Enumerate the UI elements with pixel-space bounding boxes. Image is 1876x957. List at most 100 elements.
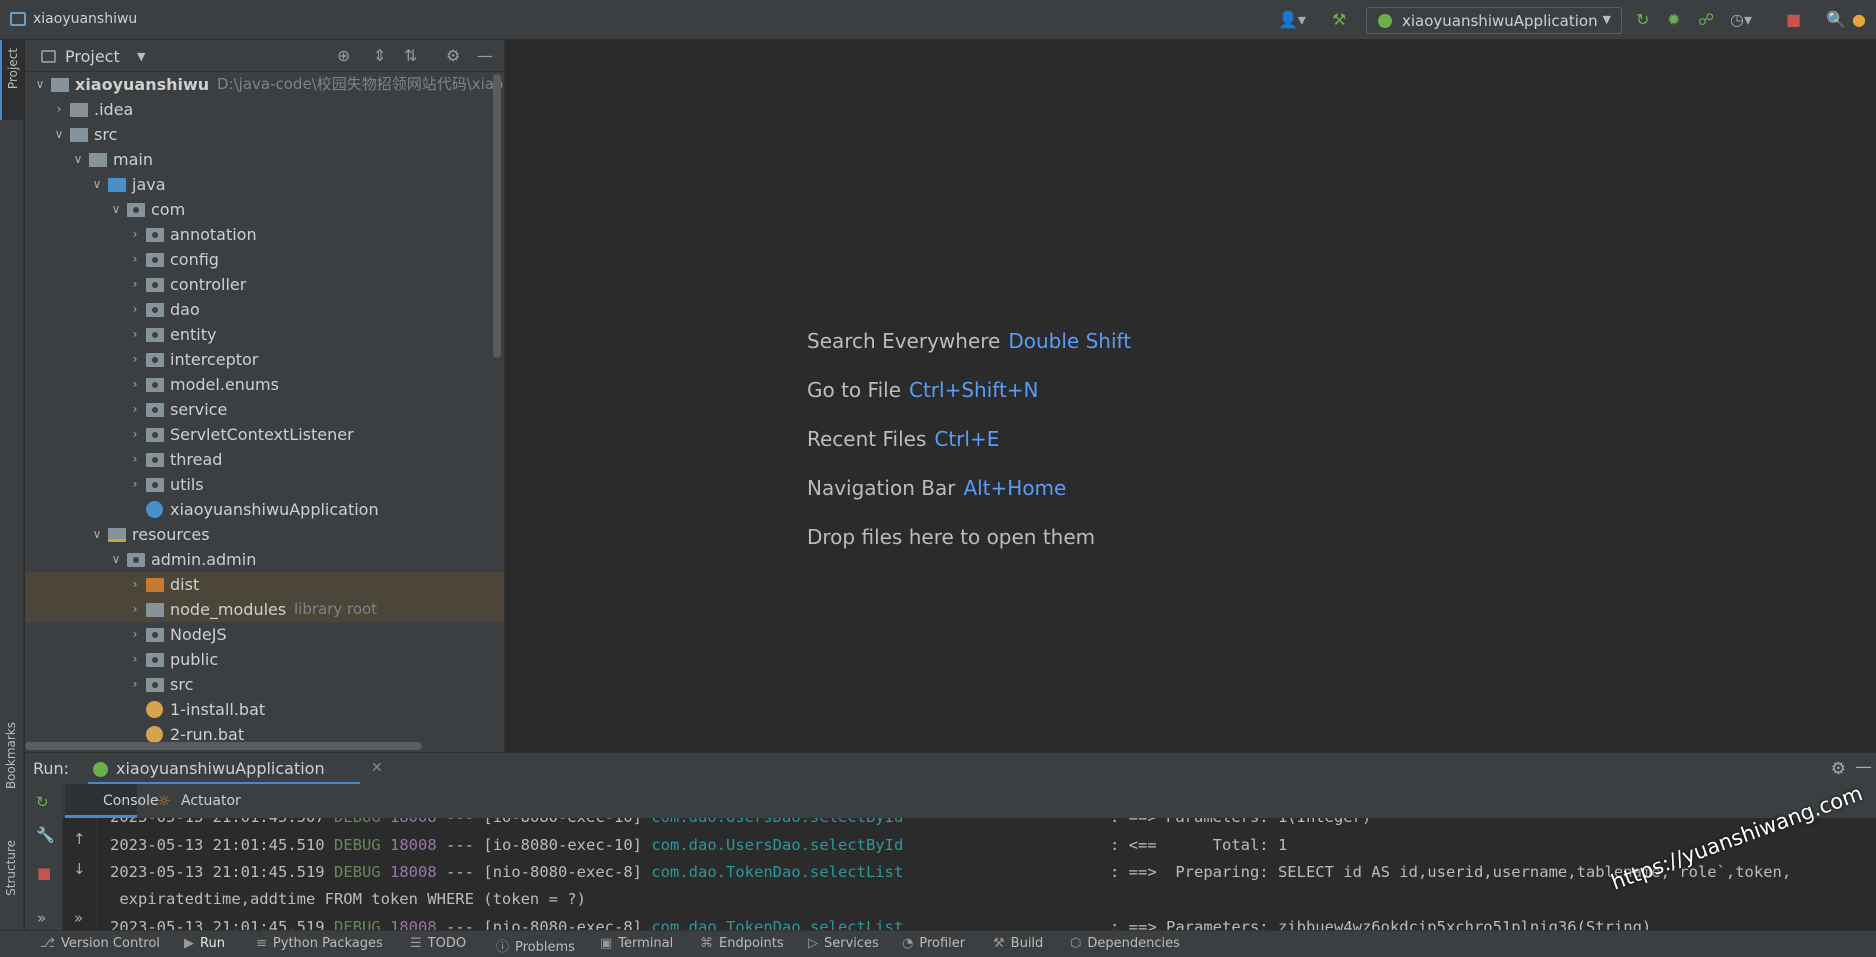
hint-search-everywhere: Search Everywhere Double Shift: [807, 329, 1131, 353]
profile-icon[interactable]: ◷▾: [1730, 10, 1752, 30]
project-title[interactable]: xiaoyuanshiwu: [33, 11, 137, 27]
chevron-right-icon[interactable]: ›: [128, 422, 142, 447]
wrench-icon[interactable]: 🔧: [36, 826, 55, 844]
tree-item[interactable]: ∨ main: [25, 147, 504, 172]
tool-window-button[interactable]: ▣ Terminal: [600, 936, 673, 951]
chevron-right-icon[interactable]: ›: [128, 622, 142, 647]
chevron-down-icon[interactable]: ∨: [109, 197, 123, 222]
tree-item[interactable]: › service: [25, 397, 504, 422]
tab-actuator[interactable]: ☼ Actuator: [157, 784, 267, 818]
user-account-icon[interactable]: 👤▾: [1278, 10, 1306, 30]
debug-icon[interactable]: ✹: [1667, 10, 1680, 30]
tool-window-button[interactable]: ≡ Python Packages: [256, 936, 383, 951]
tree-item[interactable]: › NodeJS: [25, 622, 504, 647]
tool-window-button[interactable]: ⌘ Endpoints: [700, 936, 784, 951]
update-icon[interactable]: ●: [1852, 10, 1866, 30]
chevron-down-icon[interactable]: ∨: [33, 72, 47, 97]
chevron-right-icon[interactable]: ›: [128, 247, 142, 272]
tool-window-button[interactable]: ⬡ Dependencies: [1070, 936, 1180, 951]
chevron-right-icon[interactable]: ›: [128, 372, 142, 397]
chevron-down-icon[interactable]: ∨: [90, 172, 104, 197]
chevron-right-icon[interactable]: ›: [128, 447, 142, 472]
tree-vertical-scrollbar[interactable]: [493, 74, 501, 358]
tree-item[interactable]: ∨ xiaoyuanshiwu D:\java-code\校园失物招领网站代码\xi…: [25, 72, 504, 97]
tree-item[interactable]: › interceptor: [25, 347, 504, 372]
tree-item[interactable]: › public: [25, 647, 504, 672]
more-icon[interactable]: »: [37, 909, 46, 927]
more-icon[interactable]: »: [74, 909, 83, 927]
tree-item[interactable]: xiaoyuanshiwuApplication: [25, 497, 504, 522]
chevron-right-icon[interactable]: ›: [128, 272, 142, 297]
gear-icon[interactable]: ⚙: [1831, 759, 1846, 779]
tree-item[interactable]: › dist: [25, 572, 504, 597]
close-icon[interactable]: ✕: [371, 760, 383, 776]
arrow-up-icon[interactable]: ↑: [73, 830, 86, 848]
coverage-icon[interactable]: ☍: [1698, 10, 1714, 30]
tab-console[interactable]: Console: [65, 784, 159, 818]
minimize-icon[interactable]: —: [477, 46, 493, 65]
rerun-icon[interactable]: ↻: [36, 793, 49, 811]
bookmarks-tool-tab[interactable]: Bookmarks: [4, 722, 18, 789]
tree-item[interactable]: › ServletContextListener: [25, 422, 504, 447]
tree-item[interactable]: › node_modules library root: [25, 597, 504, 622]
structure-tool-tab[interactable]: Structure: [4, 840, 18, 896]
tree-item[interactable]: › model.enums: [25, 372, 504, 397]
chevron-right-icon[interactable]: ›: [128, 647, 142, 672]
run-tab[interactable]: xiaoyuanshiwuApplication ✕: [88, 753, 383, 785]
chevron-down-icon[interactable]: ▼: [137, 50, 145, 63]
collapse-all-icon[interactable]: ⇅: [404, 46, 417, 65]
rerun-icon[interactable]: ↻: [1636, 10, 1649, 30]
gear-icon[interactable]: ⚙: [446, 46, 460, 65]
project-tool-tab[interactable]: Project: [0, 40, 24, 120]
stop-icon[interactable]: ■: [37, 864, 51, 882]
tool-window-button[interactable]: ⓘ Problems: [496, 936, 575, 955]
tree-item[interactable]: ∨ admin.admin: [25, 547, 504, 572]
chevron-right-icon[interactable]: ›: [128, 572, 142, 597]
run-configuration-selector[interactable]: xiaoyuanshiwuApplication ▼: [1366, 7, 1622, 34]
arrow-down-icon[interactable]: ↓: [73, 860, 86, 878]
chevron-right-icon[interactable]: ›: [128, 397, 142, 422]
tool-window-button[interactable]: ▶ Run: [184, 936, 225, 951]
editor-empty-area[interactable]: Search Everywhere Double Shift Go to File…: [506, 40, 1876, 752]
tree-horizontal-scrollbar[interactable]: [25, 742, 422, 750]
chevron-right-icon[interactable]: ›: [128, 347, 142, 372]
tool-window-button[interactable]: ▷ Services: [808, 936, 879, 951]
tree-item[interactable]: › .idea: [25, 97, 504, 122]
locate-icon[interactable]: ⊕: [337, 46, 350, 65]
tree-item[interactable]: › utils: [25, 472, 504, 497]
chevron-right-icon[interactable]: ›: [128, 597, 142, 622]
tree-item[interactable]: ∨ java: [25, 172, 504, 197]
tool-window-button[interactable]: ◔ Profiler: [902, 936, 965, 951]
chevron-right-icon[interactable]: ›: [128, 472, 142, 497]
chevron-down-icon[interactable]: ∨: [90, 522, 104, 547]
expand-all-icon[interactable]: ⇕: [373, 46, 386, 65]
minimize-icon[interactable]: —: [1855, 757, 1872, 777]
tree-item[interactable]: › entity: [25, 322, 504, 347]
build-hammer-icon[interactable]: ⚒: [1332, 10, 1346, 30]
left-tool-strip: Project Bookmarks Structure: [0, 40, 24, 930]
tree-item[interactable]: › annotation: [25, 222, 504, 247]
tree-item[interactable]: › controller: [25, 272, 504, 297]
tool-window-button[interactable]: ⚒ Build: [993, 936, 1043, 951]
tree-item[interactable]: ∨ com: [25, 197, 504, 222]
chevron-down-icon[interactable]: ∨: [71, 147, 85, 172]
tool-window-button[interactable]: ☰ TODO: [410, 936, 466, 951]
tree-item[interactable]: ∨ resources: [25, 522, 504, 547]
tree-item[interactable]: › src: [25, 672, 504, 697]
chevron-right-icon[interactable]: ›: [128, 297, 142, 322]
tree-item[interactable]: › dao: [25, 297, 504, 322]
chevron-right-icon[interactable]: ›: [128, 322, 142, 347]
chevron-right-icon[interactable]: ›: [128, 222, 142, 247]
project-panel-title[interactable]: Project: [65, 47, 120, 66]
chevron-right-icon[interactable]: ›: [52, 97, 66, 122]
search-icon[interactable]: 🔍: [1826, 10, 1846, 30]
chevron-right-icon[interactable]: ›: [128, 672, 142, 697]
chevron-down-icon[interactable]: ∨: [109, 547, 123, 572]
tool-window-button[interactable]: ⎇ Version Control: [40, 936, 160, 951]
stop-icon[interactable]: ■: [1786, 10, 1801, 30]
tree-item[interactable]: ∨ src: [25, 122, 504, 147]
tree-item[interactable]: 1-install.bat: [25, 697, 504, 722]
chevron-down-icon[interactable]: ∨: [52, 122, 66, 147]
tree-item[interactable]: › config: [25, 247, 504, 272]
tree-item[interactable]: › thread: [25, 447, 504, 472]
